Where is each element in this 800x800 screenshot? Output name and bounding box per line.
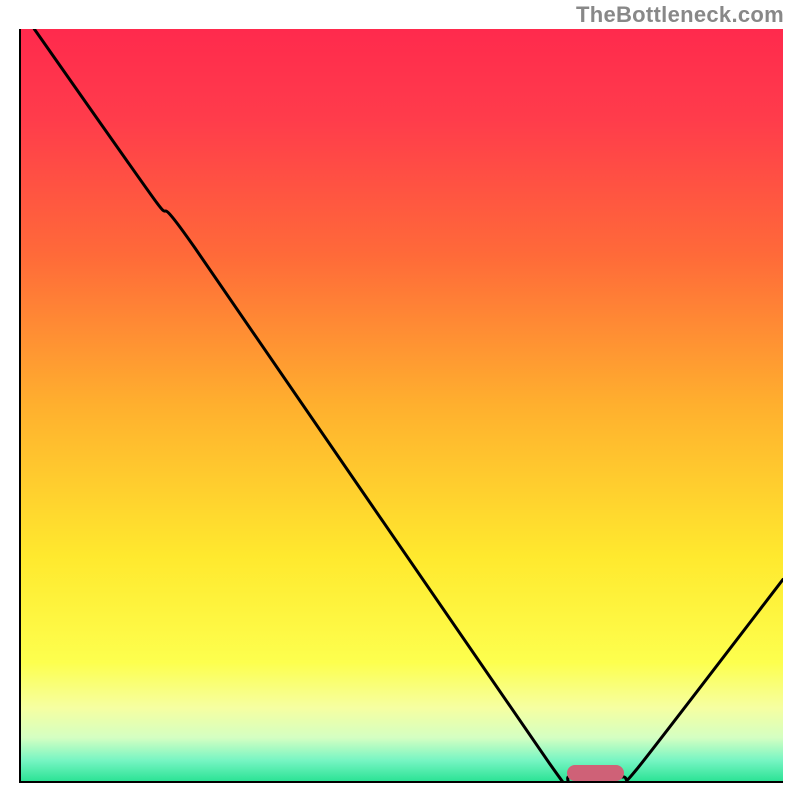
attribution-text: TheBottleneck.com [576, 2, 784, 28]
plot-area [19, 29, 783, 783]
chart-viewport: TheBottleneck.com [0, 0, 800, 800]
axes-and-curve [19, 29, 783, 783]
optimal-region-marker [567, 765, 624, 782]
bottleneck-curve [34, 29, 783, 783]
